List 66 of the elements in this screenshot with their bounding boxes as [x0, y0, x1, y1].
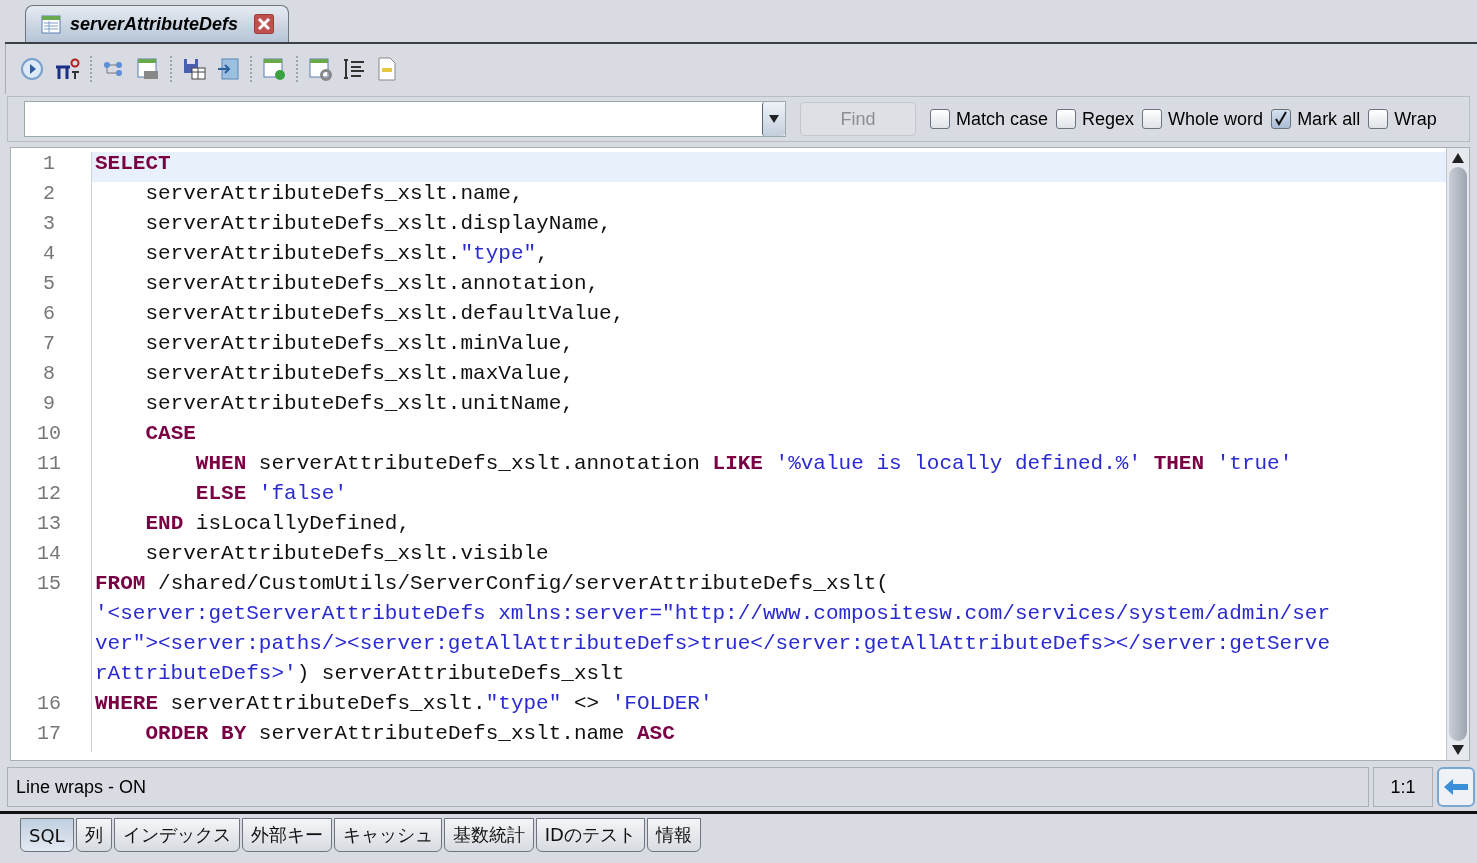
scroll-down-icon[interactable] — [1452, 745, 1464, 755]
search-combo[interactable] — [24, 101, 786, 137]
code-line: ver"><server:paths/><server:getAllAttributeDefs>true</server:getAllAttributeDefs></server:getServe — [94, 632, 1331, 657]
code-line: END isLocallyDefined, — [144, 512, 412, 537]
line-number: 10 — [37, 422, 61, 445]
indent-icon[interactable] — [342, 57, 366, 81]
scroll-up-icon[interactable] — [1452, 153, 1464, 163]
line-number: 9 — [43, 392, 55, 415]
code-line: CASE — [144, 422, 197, 447]
save-icon[interactable] — [182, 57, 206, 81]
table-settings-icon[interactable] — [308, 57, 332, 81]
line-number: 12 — [37, 482, 61, 505]
scrollbar-thumb[interactable] — [1449, 167, 1467, 741]
line-number: 13 — [37, 512, 61, 535]
dropdown-icon — [769, 115, 779, 123]
code-line: serverAttributeDefs_xslt."type", — [144, 242, 550, 267]
code-line: serverAttributeDefs_xslt.maxValue, — [144, 362, 575, 387]
code-line: serverAttributeDefs_xslt.displayName, — [144, 212, 613, 237]
code-line: WHEN serverAttributeDefs_xslt.annotation LIKE '%value is locally defined.%' THEN 'true' — [194, 452, 1294, 477]
bottom-tab[interactable]: IDのテスト — [535, 818, 645, 852]
code-line: serverAttributeDefs_xslt.visible — [144, 542, 550, 567]
code-line: serverAttributeDefs_xslt.defaultValue, — [144, 302, 626, 327]
code-line: serverAttributeDefs_xslt.name, — [144, 182, 525, 207]
line-number: 15 — [37, 572, 61, 595]
table-icon[interactable] — [136, 57, 160, 81]
code-line: FROM /shared/CustomUtils/ServerConfig/serverAttributeDefs_xslt( — [94, 572, 890, 597]
vertical-scrollbar[interactable] — [1446, 148, 1469, 760]
line-number: 14 — [37, 542, 61, 565]
code-line: serverAttributeDefs_xslt.unitName, — [144, 392, 575, 417]
line-number: 3 — [43, 212, 55, 235]
bottom-tab[interactable]: SQL — [20, 818, 74, 852]
table-icon — [40, 13, 62, 35]
back-arrow-button[interactable] — [1437, 767, 1475, 807]
tab-title: serverAttributeDefs — [70, 13, 239, 35]
code-line: serverAttributeDefs_xslt.minValue, — [144, 332, 575, 357]
bottom-tab[interactable]: 情報 — [646, 818, 701, 852]
code-line: rAttributeDefs>') serverAttributeDefs_xslt — [94, 662, 626, 687]
line-number: 4 — [43, 242, 55, 265]
cursor-position: 1:1 — [1373, 767, 1433, 807]
back-arrow-icon — [1442, 776, 1470, 798]
pi-symbol-icon[interactable] — [54, 57, 80, 81]
code-line: ORDER BY serverAttributeDefs_xslt.name ASC — [144, 722, 676, 747]
line-number: 17 — [37, 722, 61, 745]
table-download-icon[interactable] — [262, 57, 286, 81]
line-number: 16 — [37, 692, 61, 715]
code-line: serverAttributeDefs_xslt.annotation, — [144, 272, 601, 297]
code-line: '<server:getServerAttributeDefs xmlns:server="http://www.compositesw.com/services/system/admin/ser — [94, 602, 1331, 627]
code-line: WHERE serverAttributeDefs_xslt."type" <> 'FOLDER' — [94, 692, 714, 717]
line-number: 8 — [43, 362, 55, 385]
run-icon[interactable] — [20, 57, 44, 81]
document-tab[interactable]: serverAttributeDefs — [25, 5, 290, 42]
line-number: 6 — [43, 302, 55, 325]
bottom-tab[interactable]: キャッシュ — [333, 818, 442, 852]
import-icon[interactable] — [216, 57, 240, 81]
line-number: 2 — [43, 182, 55, 205]
status-message: Line wraps - ON — [7, 767, 1369, 807]
line-number: 1 — [43, 152, 55, 175]
bottom-tab[interactable]: 列 — [75, 818, 112, 852]
line-number: 11 — [37, 452, 61, 475]
bottom-tab[interactable]: インデックス — [113, 818, 240, 852]
bottom-tab[interactable]: 基数統計 — [443, 818, 534, 852]
close-icon[interactable] — [254, 14, 275, 34]
line-number: 5 — [43, 272, 55, 295]
code-line: ELSE 'false' — [194, 482, 349, 507]
bottom-tab[interactable]: 外部キー — [241, 818, 332, 852]
line-number: 7 — [43, 332, 55, 355]
